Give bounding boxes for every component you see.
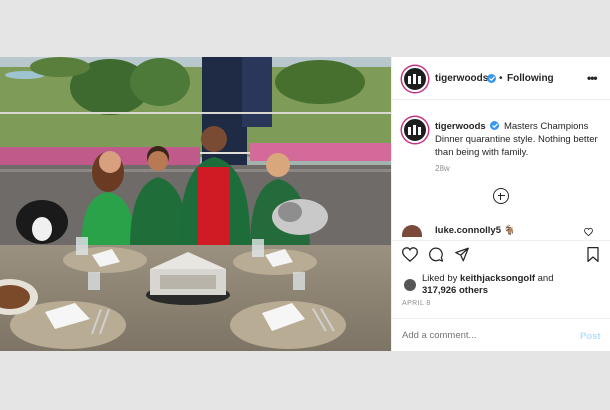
likes-user[interactable]: keithjacksongolf <box>460 273 535 284</box>
verified-icon <box>487 74 496 83</box>
share-icon[interactable] <box>454 247 470 262</box>
comment-like-icon[interactable] <box>584 228 593 236</box>
header-separator: • <box>499 73 503 84</box>
likes-count[interactable]: 317,926 others <box>422 285 488 296</box>
post-header: tigerwoods • Following ••• <box>392 57 610 100</box>
comment-icon[interactable] <box>428 247 444 262</box>
add-comment-bar: Post <box>392 318 610 352</box>
liker-avatar[interactable] <box>404 279 416 291</box>
caption-avatar-logo-icon <box>408 125 421 135</box>
caption-avatar[interactable] <box>402 117 428 143</box>
family-dinner-photo <box>0 57 391 351</box>
more-options-icon[interactable]: ••• <box>587 71 598 85</box>
post-caption: tigerwoods Masters Champions Dinner quar… <box>435 120 605 159</box>
comment-input[interactable] <box>402 330 552 341</box>
likes-joiner: and <box>537 273 554 284</box>
commenter-avatar[interactable] <box>402 225 422 237</box>
following-button[interactable]: Following <box>507 73 554 84</box>
avatar-logo-icon <box>408 74 421 84</box>
bookmark-icon[interactable] <box>586 247 600 262</box>
comment-username: luke.connolly5 🐐 <box>435 225 515 236</box>
header-username[interactable]: tigerwoods <box>435 73 488 84</box>
action-bar: Liked by keithjacksongolf and 317,926 ot… <box>392 240 610 351</box>
likes-summary: Liked by keithjacksongolf and 317,926 ot… <box>422 273 554 297</box>
likes-prefix: Liked by <box>422 273 458 284</box>
post-photo[interactable] <box>0 57 391 351</box>
post-side-panel: tigerwoods • Following ••• tigerwoods Ma… <box>391 57 610 351</box>
profile-avatar[interactable] <box>402 66 428 92</box>
comment-text: 🐐 <box>503 225 516 236</box>
comment-username-link[interactable]: luke.connolly5 <box>435 225 501 236</box>
caption-username[interactable]: tigerwoods <box>435 121 486 132</box>
post-button[interactable]: Post <box>580 331 601 342</box>
instagram-post: tigerwoods • Following ••• tigerwoods Ma… <box>0 57 610 351</box>
post-date[interactable]: APRIL 8 <box>402 300 431 307</box>
load-more-comments-icon[interactable] <box>493 188 509 204</box>
caption-verified-icon <box>490 121 500 130</box>
post-age[interactable]: 28w <box>435 164 450 173</box>
heart-icon[interactable] <box>402 247 418 262</box>
